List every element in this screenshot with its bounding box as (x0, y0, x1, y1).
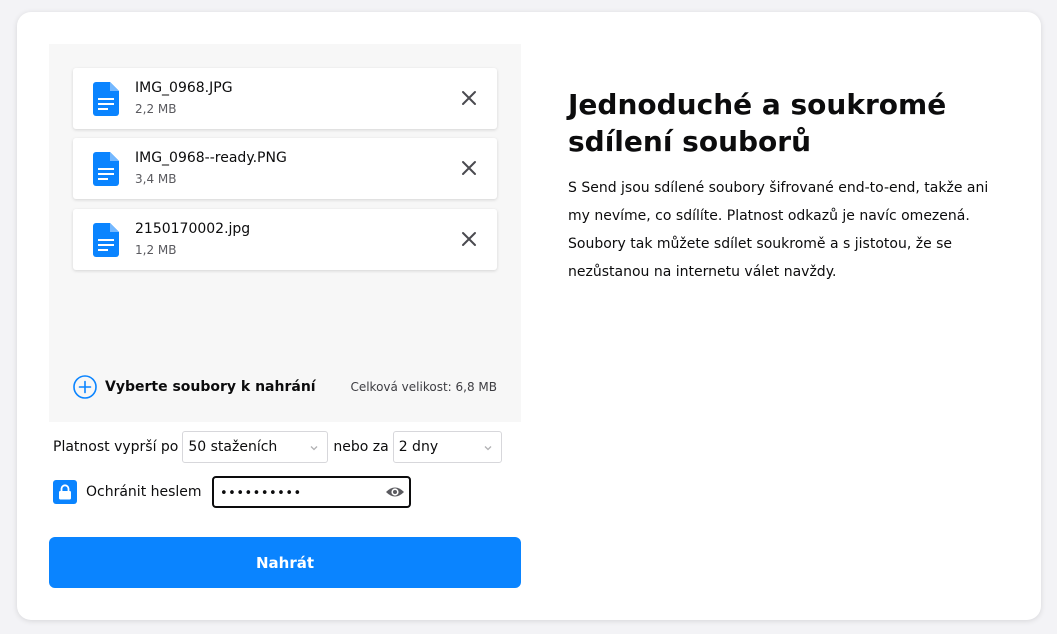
description-text: S Send jsou sdílené soubory šifrované en… (568, 180, 989, 280)
expiry-time-value: 2 dny (398, 439, 439, 455)
expiry-options: Platnost vyprší po 50 staženích nebo za … (53, 431, 502, 463)
expiry-middle-label: nebo za (333, 439, 389, 455)
password-label: Ochránit heslem (86, 484, 202, 500)
chevron-down-icon (310, 446, 318, 451)
main-card: IMG_0968.JPG 2,2 MB IMG_0968--ready.PNG … (17, 12, 1041, 620)
close-icon (462, 161, 476, 175)
file-size: 1,2 MB (135, 243, 177, 257)
download-count-value: 50 staženích (188, 439, 278, 455)
upload-button[interactable]: Nahrát (49, 537, 521, 588)
file-icon (93, 82, 119, 116)
file-icon (93, 152, 119, 186)
remove-file-button[interactable] (455, 84, 483, 112)
file-name: IMG_0968--ready.PNG (135, 150, 287, 166)
close-icon (462, 91, 476, 105)
eye-icon[interactable] (385, 484, 405, 500)
page-title: Jednoduché a soukromé sdílení souborů (568, 88, 947, 158)
password-options: Ochránit heslem (53, 476, 411, 508)
close-icon (462, 232, 476, 246)
file-item: IMG_0968--ready.PNG 3,4 MB (73, 138, 497, 199)
remove-file-button[interactable] (455, 225, 483, 253)
file-name: IMG_0968.JPG (135, 80, 233, 96)
chevron-down-icon (484, 446, 492, 451)
password-checkbox[interactable] (53, 480, 77, 504)
download-count-select[interactable]: 50 staženích (182, 431, 329, 463)
file-icon (93, 223, 119, 257)
add-files-label: Vyberte soubory k nahrání (105, 379, 316, 395)
password-input[interactable] (220, 483, 378, 503)
expiry-time-select[interactable]: 2 dny (392, 431, 502, 463)
file-name: 2150170002.jpg (135, 221, 251, 237)
total-size: Celková velikost: 6,8 MB (350, 380, 497, 394)
add-files-button[interactable]: Vyberte soubory k nahrání (73, 374, 316, 400)
file-item: IMG_0968.JPG 2,2 MB (73, 68, 497, 129)
lock-icon (59, 484, 71, 500)
password-field[interactable] (212, 476, 411, 508)
file-item: 2150170002.jpg 1,2 MB (73, 209, 497, 270)
remove-file-button[interactable] (455, 154, 483, 182)
expiry-prefix-label: Platnost vyprší po (53, 439, 179, 455)
plus-circle-icon (73, 375, 97, 399)
file-size: 2,2 MB (135, 102, 177, 116)
upload-file-list[interactable]: IMG_0968.JPG 2,2 MB IMG_0968--ready.PNG … (49, 44, 521, 422)
file-size: 3,4 MB (135, 172, 177, 186)
